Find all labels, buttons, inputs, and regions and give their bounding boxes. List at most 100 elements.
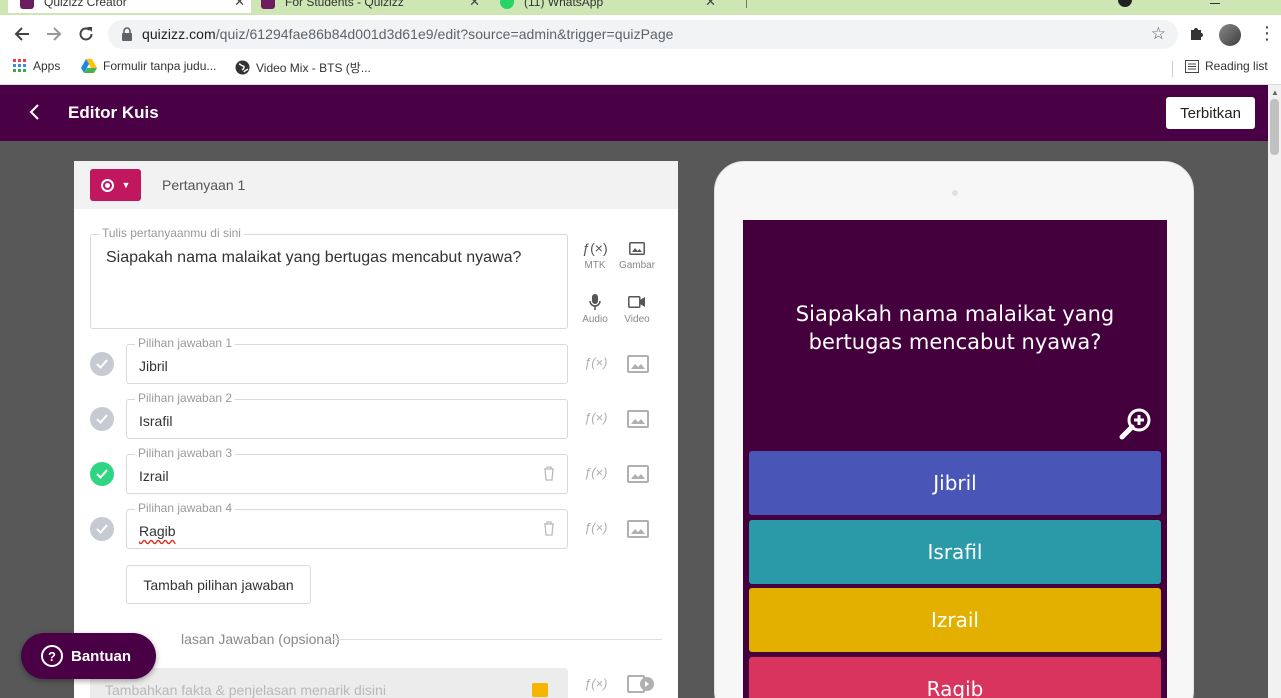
tab-quizizz-creator[interactable]: Quizizz Creator ✕ — [8, 0, 251, 13]
checkmark-icon — [96, 414, 108, 424]
device-camera — [952, 190, 958, 196]
publish-button[interactable]: Terbitkan — [1166, 97, 1255, 129]
answer-option-field[interactable]: Pilihan jawaban 3 Izrail — [126, 446, 568, 494]
scrollbar-thumb[interactable] — [1270, 99, 1279, 155]
bookmark-label: Video Mix - BTS (방... — [256, 61, 371, 75]
answer-option-text[interactable]: Israfil — [139, 413, 172, 429]
lock-icon — [122, 27, 132, 41]
bookmark-formulir[interactable]: Formulir tanpa judu... — [81, 59, 216, 73]
answer-option-field[interactable]: Pilihan jawaban 4 Ragib — [126, 501, 568, 549]
answer-option-text[interactable]: Ragib — [139, 523, 176, 539]
answer-option-label: Pilihan jawaban 4 — [135, 501, 236, 515]
bookmark-video-mix[interactable]: Video Mix - BTS (방... — [235, 59, 371, 76]
explanation-input[interactable]: Tambahkan fakta & penjelasan menarik dis… — [90, 668, 568, 698]
back-chevron-icon[interactable] — [28, 102, 40, 128]
math-function-icon: ƒ(×) — [582, 240, 608, 256]
close-tab-icon[interactable]: ✕ — [469, 0, 480, 10]
checkmark-icon — [96, 469, 108, 479]
media-control-icon[interactable] — [1118, 0, 1132, 7]
image-audio-icon[interactable] — [627, 675, 655, 693]
forward-arrow-icon[interactable] — [43, 23, 65, 45]
quizizz-favicon-icon — [20, 0, 34, 9]
app-header: Editor Kuis Terbitkan — [0, 85, 1268, 141]
math-tool-button[interactable]: ƒ(×) MTK — [575, 239, 615, 271]
question-type-dropdown[interactable]: ▼ — [90, 169, 141, 201]
bookmark-label: Formulir tanpa judu... — [103, 59, 217, 73]
google-drive-icon — [81, 59, 97, 73]
answer-option-field[interactable]: Pilihan jawaban 1 Jibril — [126, 336, 568, 384]
image-icon[interactable] — [627, 520, 649, 538]
caret-down-icon: ▼ — [121, 180, 131, 190]
image-icon[interactable] — [627, 355, 649, 373]
reload-icon[interactable] — [75, 23, 97, 45]
preview-screen: Siapakah nama malaikat yang bertugas men… — [743, 220, 1167, 698]
bookmark-divider — [1172, 61, 1173, 77]
reading-list-icon — [1185, 59, 1199, 73]
video-tool-button[interactable]: Video — [617, 293, 657, 325]
tab-whatsapp[interactable]: (11) WhatsApp ✕ — [492, 0, 722, 13]
explanation-divider — [333, 639, 662, 640]
preview-option: Ragib — [749, 657, 1161, 698]
question-text[interactable]: Siapakah nama malaikat yang bertugas men… — [106, 249, 521, 267]
quizizz-favicon-icon — [261, 0, 275, 9]
lightning-bolt-icon[interactable] — [532, 683, 548, 697]
audio-tool-button[interactable]: Audio — [575, 293, 615, 325]
close-tab-icon[interactable]: ✕ — [705, 0, 716, 10]
image-icon — [617, 239, 657, 257]
answer-option-label: Pilihan jawaban 1 — [135, 336, 236, 350]
more-menu-icon[interactable]: ⋮ — [1258, 23, 1276, 44]
answer-option-field[interactable]: Pilihan jawaban 2 Israfil — [126, 391, 568, 439]
globe-icon — [235, 60, 250, 75]
image-icon[interactable] — [627, 465, 649, 483]
back-arrow-icon[interactable] — [11, 23, 33, 45]
video-camera-icon — [617, 293, 657, 311]
page-title: Editor Kuis — [68, 103, 159, 122]
extensions-puzzle-icon[interactable] — [1188, 24, 1206, 47]
math-function-icon[interactable]: ƒ(×) — [584, 676, 607, 691]
question-input-label: Tulis pertanyaanmu di sini — [99, 226, 244, 240]
browser-tab-bar: Quizizz Creator ✕ For Students - Quizizz… — [0, 0, 1281, 15]
page-scrollbar[interactable]: ▲ — [1268, 85, 1281, 698]
math-function-icon[interactable]: ƒ(×) — [584, 465, 607, 480]
bookmark-star-icon[interactable]: ☆ — [1151, 24, 1166, 44]
address-bar[interactable]: quizizz.com/quiz/61294fae86b84d001d3d61e… — [108, 20, 1178, 49]
image-tool-button[interactable]: Gambar — [617, 239, 657, 271]
add-answer-button[interactable]: Tambah pilihan jawaban — [126, 565, 311, 604]
image-icon[interactable] — [627, 410, 649, 428]
reading-list-button[interactable]: Reading list — [1185, 59, 1268, 73]
bookmark-apps[interactable]: Apps — [13, 59, 60, 73]
math-function-icon[interactable]: ƒ(×) — [584, 520, 607, 535]
profile-avatar[interactable] — [1219, 24, 1241, 46]
help-button[interactable]: ? Bantuan — [21, 633, 156, 679]
math-function-icon[interactable]: ƒ(×) — [584, 355, 607, 370]
close-tab-icon[interactable]: ✕ — [234, 0, 245, 10]
correct-answer-toggle[interactable] — [90, 517, 114, 541]
help-question-icon: ? — [41, 645, 63, 667]
preview-option: Jibril — [749, 451, 1161, 515]
multiple-choice-icon — [100, 178, 114, 192]
zoom-in-icon[interactable] — [1119, 406, 1153, 440]
minimize-window-icon[interactable] — [1210, 3, 1220, 4]
answer-option-text[interactable]: Izrail — [139, 468, 169, 484]
math-tool-label: MTK — [584, 260, 606, 271]
answer-option-text[interactable]: Jibril — [139, 358, 168, 374]
tab-title: (11) WhatsApp — [524, 0, 604, 9]
bookmark-label: Apps — [33, 59, 61, 73]
answer-option-label: Pilihan jawaban 2 — [135, 391, 236, 405]
tab-title: For Students - Quizizz — [285, 0, 404, 9]
trash-icon[interactable] — [543, 466, 555, 481]
trash-icon[interactable] — [543, 521, 555, 536]
preview-question-text: Siapakah nama malaikat yang bertugas men… — [795, 302, 1115, 354]
correct-answer-toggle[interactable] — [90, 407, 114, 431]
answer-option-label: Pilihan jawaban 3 — [135, 446, 236, 460]
image-tool-label: Gambar — [618, 260, 656, 271]
tab-for-students[interactable]: For Students - Quizizz ✕ — [253, 0, 486, 13]
bookmarks-bar: Apps Formulir tanpa judu... Video Mix - … — [0, 53, 1281, 85]
correct-answer-toggle[interactable] — [90, 462, 114, 486]
correct-answer-toggle[interactable] — [90, 352, 114, 376]
math-function-icon[interactable]: ƒ(×) — [584, 410, 607, 425]
preview-device-frame: Siapakah nama malaikat yang bertugas men… — [714, 161, 1194, 698]
explanation-label: lasan Jawaban (opsional) — [181, 631, 340, 647]
scroll-up-arrow-icon[interactable]: ▲ — [1271, 88, 1279, 97]
question-input[interactable]: Tulis pertanyaanmu di sini Siapakah nama… — [90, 226, 568, 329]
